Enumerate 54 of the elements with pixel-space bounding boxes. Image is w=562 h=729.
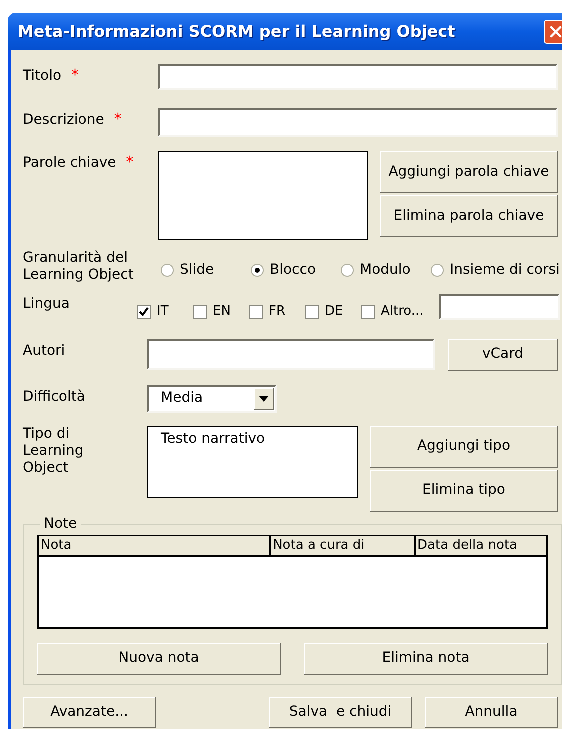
field-label: Lingua (23, 296, 70, 312)
field-label: Tipo di Learning Object (23, 426, 85, 476)
window-title: Meta-Informazioni SCORM per il Learning Object (18, 20, 456, 42)
type-button[interactable]: Elimina tipo (370, 470, 558, 512)
close-button[interactable] (544, 20, 562, 44)
footer-button[interactable]: Annulla (425, 696, 558, 728)
checkbox-option[interactable]: DE (305, 302, 361, 322)
radio-option[interactable]: Blocco (251, 256, 327, 284)
required-mark: * (72, 66, 80, 84)
required-mark: * (114, 110, 122, 128)
note-button[interactable]: Elimina nota (304, 642, 548, 674)
checkbox-option[interactable]: EN (193, 302, 249, 322)
checkbox[interactable] (305, 304, 319, 319)
checkbox[interactable] (193, 304, 207, 319)
radio-button[interactable] (161, 264, 174, 276)
radio-button[interactable] (341, 264, 354, 276)
checkbox-option[interactable]: Altro... (361, 302, 439, 322)
check-icon (139, 306, 149, 317)
column-header[interactable]: Nota a cura di (271, 536, 416, 554)
note-button[interactable]: Nuova nota (37, 642, 281, 674)
field-label: Parole chiave (23, 154, 116, 173)
keyword-button[interactable]: Aggiungi parola chiave (380, 151, 558, 193)
footer-button[interactable]: Salva e chiudi (269, 696, 412, 728)
required-mark: * (126, 153, 134, 171)
group-title: Note (43, 514, 78, 534)
field-label: Difficoltà (23, 388, 86, 406)
field-label: Granularità del Learning Object (23, 250, 135, 284)
other-language-input[interactable] (439, 294, 560, 320)
checkbox-option[interactable]: FR (249, 302, 305, 322)
authors-input[interactable] (147, 338, 435, 370)
type-list[interactable]: Testo narrativo (147, 426, 358, 498)
radio-button[interactable] (431, 264, 444, 276)
field-label: Autori (23, 342, 66, 360)
description-input[interactable] (158, 108, 558, 137)
vcard-button[interactable]: vCard (448, 338, 558, 370)
checkbox[interactable] (137, 304, 151, 319)
radio-button[interactable] (251, 264, 264, 276)
field-label: Titolo (23, 67, 62, 86)
title-input[interactable] (158, 64, 558, 90)
type-list-item[interactable]: Testo narrativo (161, 428, 357, 450)
keyword-list[interactable] (158, 151, 368, 240)
checkbox-option[interactable]: IT (137, 302, 193, 322)
checkbox[interactable] (361, 304, 375, 319)
difficulty-dropdown[interactable]: Media (147, 384, 277, 412)
radio-option[interactable]: Insieme di corsi (431, 256, 560, 284)
field-label: Descrizione (23, 111, 104, 130)
type-button[interactable]: Aggiungi tipo (370, 426, 558, 468)
column-header[interactable]: Nota (39, 536, 272, 554)
keyword-button[interactable]: Elimina parola chiave (380, 195, 558, 237)
radio-option[interactable]: Slide (161, 256, 237, 284)
radio-option[interactable]: Modulo (341, 256, 417, 284)
footer-button[interactable]: Avanzate... (23, 696, 156, 728)
column-header[interactable]: Data della nota (416, 536, 546, 554)
checkbox[interactable] (249, 304, 263, 319)
